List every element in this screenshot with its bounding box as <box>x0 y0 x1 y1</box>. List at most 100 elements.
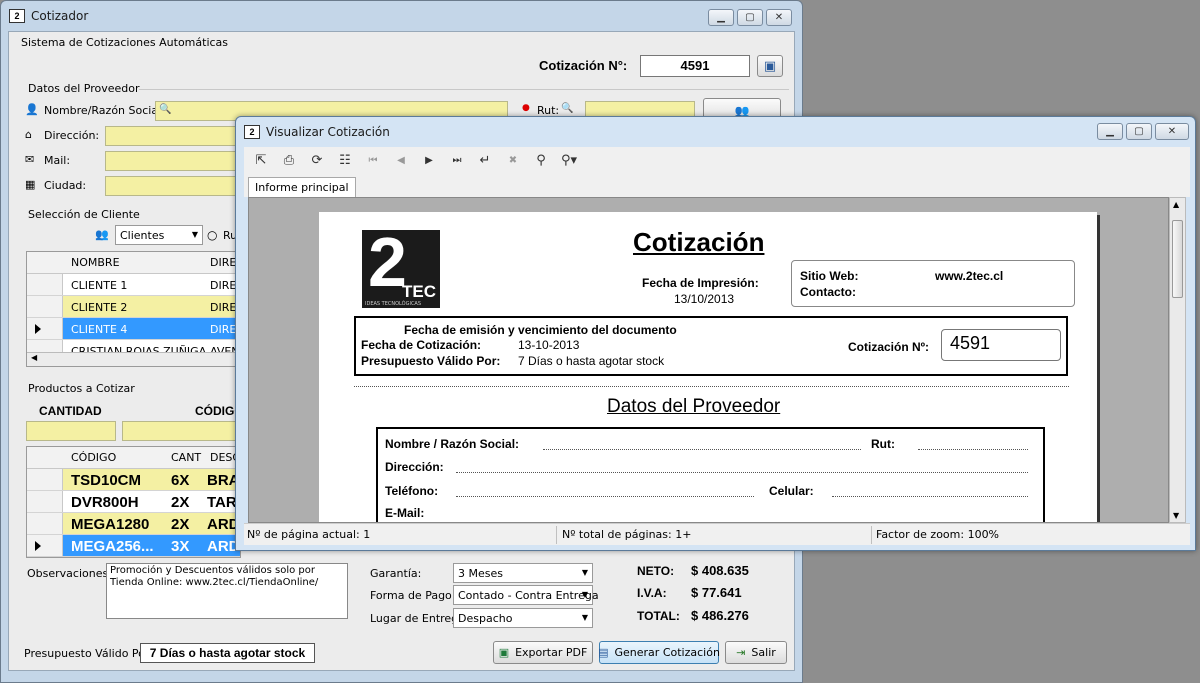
exit-icon: ⇥ <box>736 646 746 659</box>
clientes-grid: NOMBRE DIRE CLIENTE 1 DIRE CLIENTE 2 DIR… <box>26 251 241 367</box>
home-icon: ⌂ <box>25 128 32 141</box>
proveedor-heading: Datos del Proveedor <box>607 396 781 417</box>
company-logo: 2 TEC IDEAS TECNOLÓGICAS <box>362 223 440 308</box>
viewer-maximize-button[interactable]: ▢ <box>1126 123 1152 140</box>
report-cotizacion-number: 4591 <box>941 329 1061 361</box>
col-direccion[interactable]: DIRE <box>210 256 236 269</box>
status-zoom: Factor de zoom: 100% <box>876 528 1000 541</box>
productos-grid: CÓDIGO CANT DESC TSD10CM 6X BRA DVR800H … <box>26 446 241 558</box>
scroll-down-icon[interactable]: ▼ <box>1173 511 1179 520</box>
stop-icon[interactable]: ✖ <box>504 152 522 170</box>
save-button[interactable]: ▣ <box>757 55 783 77</box>
neto-label: NETO: <box>637 564 675 578</box>
viewer-close-button[interactable]: ✕ <box>1155 123 1189 140</box>
prev-page-icon[interactable]: ◀ <box>392 152 410 170</box>
minimize-button[interactable]: ▁ <box>708 9 734 26</box>
refresh-icon[interactable]: ⟳ <box>308 152 326 170</box>
generar-cotizacion-button[interactable]: ▤ Generar Cotización <box>598 641 720 664</box>
viewer-title: Visualizar Cotización <box>266 125 390 139</box>
rut-search-icon: 🔍 <box>561 103 574 114</box>
presupuesto-field[interactable]: 7 Días o hasta agotar stock <box>140 643 315 663</box>
col-nombre[interactable]: NOMBRE <box>71 256 120 269</box>
viewer-minimize-button[interactable]: ▁ <box>1097 123 1123 140</box>
forma-pago-select[interactable]: Contado - Contra Entrega <box>453 585 599 605</box>
salir-button[interactable]: ⇥ Salir <box>725 641 787 664</box>
observaciones-label: Observaciones: <box>27 567 112 580</box>
maximize-button[interactable]: ▢ <box>737 9 763 26</box>
productos-section-label: Productos a Cotizar <box>28 382 135 395</box>
viewer-tabs: Informe principal <box>244 175 1190 197</box>
garantia-label: Garantía: <box>370 567 422 580</box>
floppy-icon: ▣ <box>763 58 777 74</box>
mail-icon: ✉ <box>25 153 35 166</box>
main-title: Cotizador <box>31 9 89 23</box>
garantia-select[interactable]: 3 Meses <box>453 563 593 583</box>
report-page: 2 TEC IDEAS TECNOLÓGICAS Cotización Fech… <box>319 212 1097 522</box>
direccion-label: Dirección: <box>44 129 100 142</box>
exportar-pdf-button[interactable]: ▣ Exportar PDF <box>493 641 593 664</box>
zoom-icon[interactable]: ⚲▾ <box>560 152 578 170</box>
cantidad-label: CANTIDAD <box>39 404 102 418</box>
fecha-impresion-value: 13/10/2013 <box>674 292 735 306</box>
status-total: Nº total de páginas: 1+ <box>562 528 692 541</box>
scroll-thumb[interactable] <box>1172 220 1183 298</box>
col-codigo[interactable]: CÓDIGO <box>71 451 116 464</box>
proveedor-divider <box>139 89 789 90</box>
system-subtitle: Sistema de Cotizaciones Automáticas <box>21 36 229 49</box>
last-page-icon[interactable]: ⏭ <box>448 152 466 170</box>
goto-page-icon[interactable]: ↵ <box>476 152 494 170</box>
cotizacion-number-label: Cotización N°: <box>539 58 628 73</box>
col-cant[interactable]: CANT <box>171 451 201 464</box>
total-value: $ 486.276 <box>691 608 749 623</box>
viewer-app-icon: 2 <box>244 125 260 139</box>
tab-informe-principal[interactable]: Informe principal <box>248 177 356 197</box>
iva-value: $ 77.641 <box>691 585 742 600</box>
cotizacion-number-field[interactable]: 4591 <box>640 55 750 77</box>
binoculars-icon[interactable]: ⚲ <box>532 152 550 170</box>
clientes-combo[interactable]: Clientes <box>115 225 203 245</box>
table-row[interactable]: DVR800H 2X TAR <box>27 491 240 513</box>
row-selector-icon <box>35 541 41 551</box>
visualizar-cotizacion-window: 2 Visualizar Cotización ▁ ▢ ✕ ⇱ ⎙ ⟳ ☷ ⏮ … <box>235 116 1196 551</box>
table-row[interactable]: CLIENTE 2 DIRE <box>27 296 240 318</box>
export-icon[interactable]: ⇱ <box>252 152 270 170</box>
observaciones-textarea[interactable]: Promoción y Descuentos válidos solo por … <box>106 563 348 619</box>
viewer-titlebar[interactable]: 2 Visualizar Cotización ▁ ▢ ✕ <box>236 117 1195 147</box>
table-row[interactable]: MEGA1280 2X ARD <box>27 513 240 535</box>
print-icon[interactable]: ⎙ <box>280 152 298 170</box>
report-area: 2 TEC IDEAS TECNOLÓGICAS Cotización Fech… <box>248 197 1169 523</box>
fecha-impresion-label: Fecha de Impresión: <box>642 276 759 290</box>
neto-value: $ 408.635 <box>691 563 749 578</box>
clients-icon: 👥 <box>95 228 109 241</box>
first-page-icon[interactable]: ⏮ <box>364 152 382 170</box>
table-row-selected[interactable]: CLIENTE 4 DIRE <box>27 318 240 340</box>
rut-radio[interactable]: ○ <box>207 228 217 242</box>
close-button[interactable]: ✕ <box>766 9 792 26</box>
ciudad-input[interactable] <box>105 176 245 196</box>
report-vscrollbar[interactable]: ▲ ▼ <box>1169 197 1186 523</box>
main-titlebar[interactable]: 2 Cotizador ▁ ▢ ✕ <box>1 1 802 31</box>
forma-pago-label: Forma de Pago: <box>370 589 456 602</box>
viewer-toolbar: ⇱ ⎙ ⟳ ☷ ⏮ ◀ ▶ ⏭ ↵ ✖ ⚲ ⚲▾ <box>244 147 1190 175</box>
lugar-entrega-select[interactable]: Despacho <box>453 608 593 628</box>
web-contact-box: Sitio Web: www.2tec.cl Contacto: <box>791 260 1075 307</box>
codigo-input[interactable] <box>122 421 242 441</box>
scroll-up-icon[interactable]: ▲ <box>1173 200 1179 209</box>
tree-icon[interactable]: ☷ <box>336 152 354 170</box>
excel-icon: ▣ <box>498 646 510 659</box>
table-row-selected[interactable]: MEGA256... 3X ARD <box>27 535 240 557</box>
cantidad-input[interactable] <box>26 421 116 441</box>
direccion-input[interactable] <box>105 126 245 146</box>
nombre-label: Nombre/Razón Social: <box>44 104 165 117</box>
app-icon: 2 <box>9 9 25 23</box>
required-icon: ● <box>522 103 530 113</box>
table-row[interactable]: TSD10CM 6X BRA <box>27 469 240 491</box>
clientes-hscrollbar[interactable]: ◀ <box>27 352 240 366</box>
mail-input[interactable] <box>105 151 245 171</box>
ciudad-label: Ciudad: <box>44 179 87 192</box>
map-icon: ▦ <box>25 178 36 191</box>
next-page-icon[interactable]: ▶ <box>420 152 438 170</box>
proveedor-section-label: Datos del Proveedor <box>28 82 140 95</box>
table-row[interactable]: CLIENTE 1 DIRE <box>27 274 240 296</box>
proveedor-box: Nombre / Razón Social: Rut: Dirección: T… <box>376 427 1045 522</box>
